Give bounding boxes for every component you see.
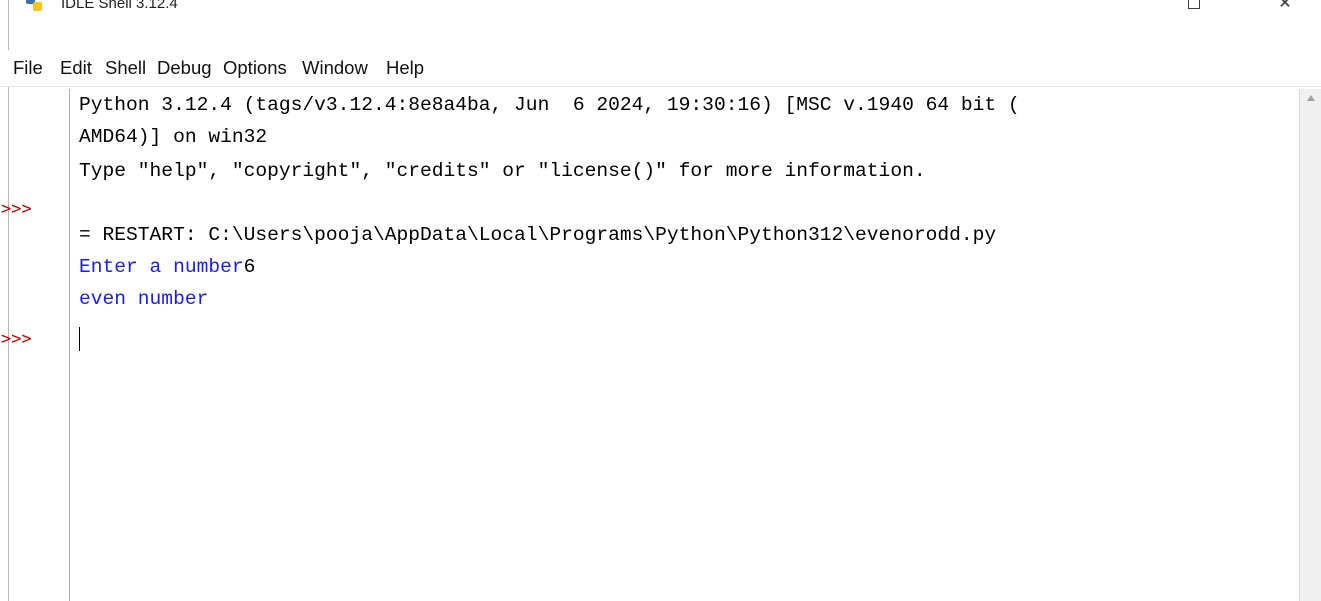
user-input-text: 6 <box>243 256 256 278</box>
scroll-up-arrow-icon[interactable] <box>1307 95 1315 101</box>
menu-edit[interactable]: Edit <box>60 57 92 79</box>
idle-shell-window: IDLE Shell 3.12.4 ✕ File Edit Shell Debu… <box>0 0 1321 601</box>
maximize-icon <box>1188 0 1200 9</box>
vertical-scrollbar[interactable] <box>1299 89 1321 601</box>
prompt-marker: >>> <box>1 199 32 219</box>
menu-debug[interactable]: Debug <box>157 57 212 79</box>
input-prompt-line: Enter a number6 <box>79 256 255 278</box>
close-icon: ✕ <box>1278 0 1292 12</box>
prompt-marker: >>> <box>1 329 32 349</box>
python-logo-icon <box>25 0 43 12</box>
banner-line: Type "help", "copyright", "credits" or "… <box>79 160 926 182</box>
banner-line: Python 3.12.4 (tags/v3.12.4:8e8a4ba, Jun… <box>79 94 1020 116</box>
shell-text[interactable]: Python 3.12.4 (tags/v3.12.4:8e8a4ba, Jun… <box>79 89 1294 601</box>
menu-options[interactable]: Options <box>223 57 287 79</box>
menu-bar: File Edit Shell Debug Options Window Hel… <box>0 50 1321 87</box>
gutter-divider <box>69 89 70 601</box>
menu-help[interactable]: Help <box>386 57 424 79</box>
output-line: even number <box>79 288 209 310</box>
window-title: IDLE Shell 3.12.4 <box>61 0 178 12</box>
shell-area[interactable]: >>> >>> Python 3.12.4 (tags/v3.12.4:8e8a… <box>1 89 1299 601</box>
text-cursor <box>79 327 80 351</box>
output-text: Enter a number <box>79 256 244 278</box>
close-button[interactable]: ✕ <box>1262 0 1308 24</box>
maximize-button[interactable] <box>1171 0 1217 24</box>
menu-file[interactable]: File <box>13 57 43 79</box>
banner-line: AMD64)] on win32 <box>79 126 268 148</box>
menu-window[interactable]: Window <box>302 57 368 79</box>
title-bar[interactable]: IDLE Shell 3.12.4 ✕ <box>9 0 1321 46</box>
prompt-gutter: >>> >>> <box>1 89 68 601</box>
restart-line: = RESTART: C:\Users\pooja\AppData\Local\… <box>79 224 997 246</box>
menu-shell[interactable]: Shell <box>105 57 146 79</box>
